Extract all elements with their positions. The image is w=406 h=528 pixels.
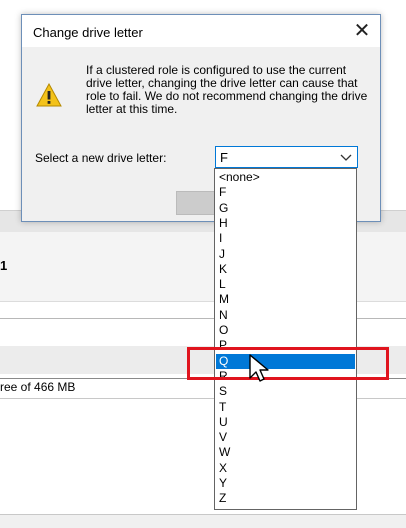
dropdown-option[interactable]: K [216, 262, 355, 277]
select-value: F [220, 150, 228, 165]
highlight-annotation [187, 347, 389, 380]
dropdown-option[interactable]: Y [216, 476, 355, 491]
free-space-text: ree of 466 MB [0, 380, 76, 394]
dropdown-option[interactable]: U [216, 415, 355, 430]
dropdown-option[interactable]: M [216, 292, 355, 307]
dropdown-option[interactable]: I [216, 231, 355, 246]
background-header-text: 1 [0, 258, 8, 273]
dropdown-option[interactable]: T [216, 400, 355, 415]
dropdown-option[interactable]: N [216, 308, 355, 323]
warning-icon [36, 83, 62, 107]
dialog-titlebar: Change drive letter ✕ [22, 15, 380, 47]
close-button[interactable]: ✕ [348, 19, 376, 43]
drive-letter-select[interactable]: F [215, 146, 358, 168]
dropdown-option[interactable]: J [216, 247, 355, 262]
select-label: Select a new drive letter: [35, 151, 167, 165]
dropdown-option[interactable]: F [216, 185, 355, 200]
drive-letter-dropdown[interactable]: <none> F G H I J K L M N O P Q R S T U V W X Y Z [214, 168, 357, 510]
chevron-down-icon[interactable] [340, 151, 352, 163]
mouse-cursor-icon [249, 354, 269, 382]
dropdown-option[interactable]: <none> [216, 170, 355, 185]
dropdown-option[interactable]: V [216, 430, 355, 445]
dropdown-option[interactable]: S [216, 384, 355, 399]
dropdown-option[interactable]: H [216, 216, 355, 231]
background-bottom-bar [0, 514, 406, 528]
dropdown-option[interactable]: X [216, 461, 355, 476]
dropdown-option[interactable]: L [216, 277, 355, 292]
dropdown-option[interactable]: O [216, 323, 355, 338]
dropdown-option[interactable]: G [216, 201, 355, 216]
dialog-title: Change drive letter [33, 25, 143, 40]
warning-message: If a clustered role is configured to use… [86, 63, 368, 116]
dropdown-option[interactable]: W [216, 445, 355, 460]
dropdown-option[interactable]: Z [216, 491, 355, 506]
